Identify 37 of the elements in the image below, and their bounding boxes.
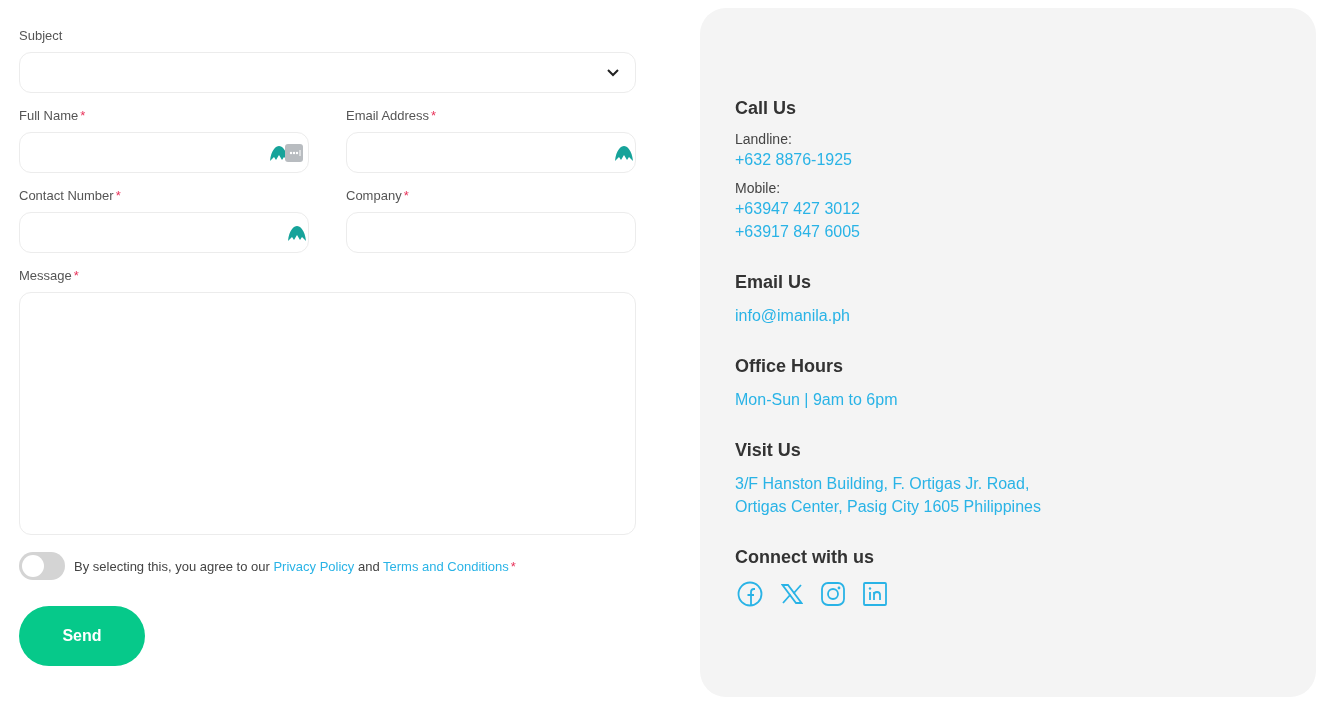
contact-link[interactable]: 3/F Hanston Building, F. Ortigas Jr. Road,	[735, 475, 1030, 492]
input-field[interactable]	[346, 132, 636, 173]
linkedin-icon[interactable]	[863, 582, 887, 606]
autofill-icon[interactable]	[614, 143, 634, 162]
contact-link[interactable]: Ortigas Center, Pasig City 1605 Philippines	[735, 498, 1041, 515]
subject-dropdown[interactable]	[19, 52, 636, 93]
send-button[interactable]: Send	[19, 606, 145, 666]
section-heading: Call Us	[735, 97, 798, 120]
chevron-down-icon	[607, 68, 619, 77]
field-label: Full Name*	[19, 108, 86, 123]
password-manager-icon[interactable]	[285, 143, 303, 162]
consent-text: By selecting this, you agree to our Privacy Policy and Terms and Conditions*	[74, 558, 516, 574]
field-label: Contact Number*	[19, 188, 121, 203]
instagram-icon[interactable]	[821, 582, 845, 606]
section-heading: Email Us	[735, 271, 813, 294]
contact-link[interactable]: info@imanila.ph	[735, 307, 850, 324]
facebook-icon[interactable]	[737, 581, 763, 607]
input-field[interactable]	[19, 212, 309, 253]
section-heading: Office Hours	[735, 355, 845, 378]
field-label: Subject	[19, 28, 63, 43]
contact-link[interactable]: +63947 427 3012	[735, 200, 860, 217]
privacy-policy-link[interactable]: Privacy Policy	[273, 558, 355, 574]
field-label: Email Address*	[346, 108, 437, 123]
section-heading: Visit Us	[735, 439, 802, 462]
autofill-icon[interactable]	[287, 223, 307, 242]
contact-link[interactable]: +632 8876-1925	[735, 151, 852, 168]
x-icon[interactable]	[781, 584, 803, 604]
field-label: Company*	[346, 188, 409, 203]
contact-link[interactable]: Mon-Sun | 9am to 6pm	[735, 391, 898, 408]
terms-link[interactable]: Terms and Conditions	[383, 558, 509, 574]
phone-type-label: Landline:	[735, 130, 793, 148]
field-label: Message*	[19, 268, 79, 283]
section-heading: Connect with us	[735, 546, 875, 569]
input-field[interactable]	[19, 132, 309, 173]
phone-type-label: Mobile:	[735, 179, 782, 197]
contact-link[interactable]: +63917 847 6005	[735, 223, 860, 240]
agree-toggle[interactable]	[19, 552, 65, 580]
